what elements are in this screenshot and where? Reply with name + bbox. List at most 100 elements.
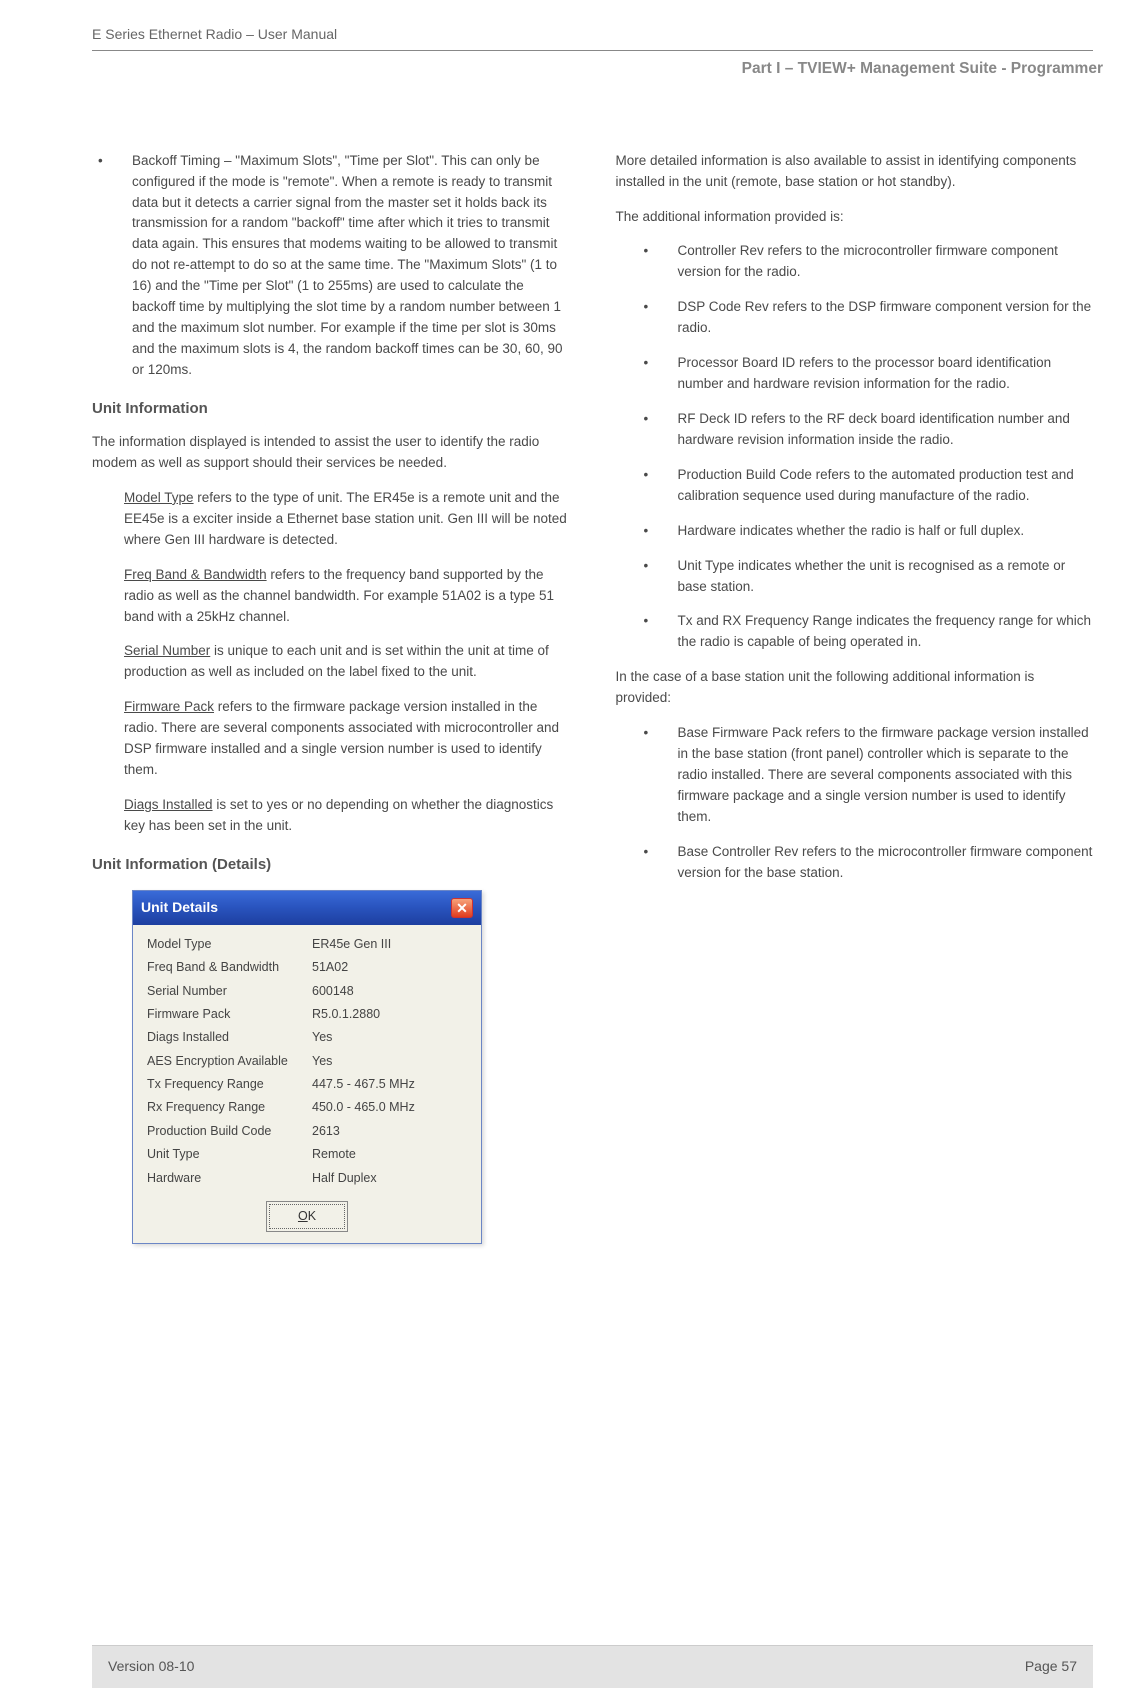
list-item: •Controller Rev refers to the microcontr…	[638, 241, 1094, 283]
ok-button[interactable]: OK	[269, 1204, 345, 1229]
dialog-body: Model TypeER45e Gen III Freq Band & Band…	[133, 925, 481, 1196]
dlg-value: 2613	[312, 1122, 467, 1141]
bullet-text: DSP Code Rev refers to the DSP firmware …	[678, 297, 1094, 339]
bullet-backoff-timing: • Backoff Timing – "Maximum Slots", "Tim…	[92, 151, 570, 381]
dlg-label: Firmware Pack	[147, 1005, 312, 1024]
dialog-row: HardwareHalf Duplex	[147, 1169, 467, 1188]
list-item: •Tx and RX Frequency Range indicates the…	[638, 611, 1094, 653]
bullet-dot-icon: •	[638, 241, 678, 283]
bullet-dot-icon: •	[638, 611, 678, 653]
list-item: •Hardware indicates whether the radio is…	[638, 521, 1094, 542]
list-item: •Base Firmware Pack refers to the firmwa…	[638, 723, 1094, 828]
list-item: •Production Build Code refers to the aut…	[638, 465, 1094, 507]
dialog-row: Unit TypeRemote	[147, 1145, 467, 1164]
dlg-label: Diags Installed	[147, 1028, 312, 1047]
dlg-value: 51A02	[312, 958, 467, 977]
list-item: •Processor Board ID refers to the proces…	[638, 353, 1094, 395]
right-column: More detailed information is also availa…	[616, 151, 1094, 1245]
dlg-label: Rx Frequency Range	[147, 1098, 312, 1117]
bullet-dot-icon: •	[638, 556, 678, 598]
bullet-text: Processor Board ID refers to the process…	[678, 353, 1094, 395]
def-firmware-pack: Firmware Pack refers to the firmware pac…	[124, 697, 570, 781]
list-item: •RF Deck ID refers to the RF deck board …	[638, 409, 1094, 451]
left-column: • Backoff Timing – "Maximum Slots", "Tim…	[92, 151, 570, 1245]
def-label: Model Type	[124, 490, 194, 505]
def-label: Firmware Pack	[124, 699, 214, 714]
bullet-dot-icon: •	[638, 297, 678, 339]
bullet-text: Base Controller Rev refers to the microc…	[678, 842, 1094, 884]
heading-unit-information: Unit Information	[92, 397, 570, 420]
bullet-text: Unit Type indicates whether the unit is …	[678, 556, 1094, 598]
unit-info-definitions: Model Type refers to the type of unit. T…	[92, 488, 570, 837]
dlg-label: Freq Band & Bandwidth	[147, 958, 312, 977]
ok-rest: K	[308, 1209, 316, 1223]
dlg-value: Yes	[312, 1028, 467, 1047]
dlg-value: ER45e Gen III	[312, 935, 467, 954]
dialog-row: AES Encryption AvailableYes	[147, 1052, 467, 1071]
list-item: •Unit Type indicates whether the unit is…	[638, 556, 1094, 598]
dlg-label: Unit Type	[147, 1145, 312, 1164]
page-footer: Version 08-10 Page 57	[92, 1645, 1093, 1688]
dlg-label: AES Encryption Available	[147, 1052, 312, 1071]
dlg-value: Remote	[312, 1145, 467, 1164]
dlg-value: Yes	[312, 1052, 467, 1071]
dialog-row: Freq Band & Bandwidth51A02	[147, 958, 467, 977]
dlg-label: Serial Number	[147, 982, 312, 1001]
def-label: Freq Band & Bandwidth	[124, 567, 267, 582]
bullet-dot-icon: •	[638, 842, 678, 884]
def-model-type: Model Type refers to the type of unit. T…	[124, 488, 570, 551]
dialog-row: Firmware PackR5.0.1.2880	[147, 1005, 467, 1024]
dlg-label: Tx Frequency Range	[147, 1075, 312, 1094]
bullet-text: Tx and RX Frequency Range indicates the …	[678, 611, 1094, 653]
base-intro: In the case of a base station unit the f…	[616, 667, 1094, 709]
dialog-row: Diags InstalledYes	[147, 1028, 467, 1047]
dialog-titlebar: Unit Details ✕	[133, 891, 481, 925]
bullet-dot-icon: •	[92, 151, 132, 381]
dlg-value: R5.0.1.2880	[312, 1005, 467, 1024]
right-bullets: •Controller Rev refers to the microcontr…	[616, 241, 1094, 653]
bullet-text: Backoff Timing – "Maximum Slots", "Time …	[132, 151, 570, 381]
content-columns: • Backoff Timing – "Maximum Slots", "Tim…	[92, 151, 1093, 1245]
dlg-value: 450.0 - 465.0 MHz	[312, 1098, 467, 1117]
page: E Series Ethernet Radio – User Manual Pa…	[0, 0, 1141, 1688]
bullet-dot-icon: •	[638, 353, 678, 395]
ok-underline-letter: O	[298, 1209, 308, 1223]
def-freq-band: Freq Band & Bandwidth refers to the freq…	[124, 565, 570, 628]
dlg-value: 600148	[312, 982, 467, 1001]
dlg-value: Half Duplex	[312, 1169, 467, 1188]
bullet-dot-icon: •	[638, 521, 678, 542]
bullet-text: Base Firmware Pack refers to the firmwar…	[678, 723, 1094, 828]
list-item: •Base Controller Rev refers to the micro…	[638, 842, 1094, 884]
close-button[interactable]: ✕	[451, 898, 473, 918]
dialog-row: Tx Frequency Range447.5 - 467.5 MHz	[147, 1075, 467, 1094]
heading-unit-information-details: Unit Information (Details)	[92, 853, 570, 876]
def-serial-number: Serial Number is unique to each unit and…	[124, 641, 570, 683]
bullet-dot-icon: •	[638, 723, 678, 828]
right-intro: More detailed information is also availa…	[616, 151, 1094, 193]
dlg-label: Model Type	[147, 935, 312, 954]
dialog-title-text: Unit Details	[141, 897, 218, 919]
bullet-text: Production Build Code refers to the auto…	[678, 465, 1094, 507]
footer-version: Version 08-10	[108, 1656, 194, 1678]
footer-page: Page 57	[1025, 1656, 1077, 1678]
bullet-dot-icon: •	[638, 465, 678, 507]
dlg-label: Production Build Code	[147, 1122, 312, 1141]
dialog-row: Model TypeER45e Gen III	[147, 935, 467, 954]
bullet-dot-icon: •	[638, 409, 678, 451]
dialog-button-row: OK	[133, 1196, 481, 1243]
doc-header: E Series Ethernet Radio – User Manual	[92, 24, 1093, 51]
list-item: •DSP Code Rev refers to the DSP firmware…	[638, 297, 1094, 339]
dialog-row: Serial Number600148	[147, 982, 467, 1001]
def-diags-installed: Diags Installed is set to yes or no depe…	[124, 795, 570, 837]
dlg-value: 447.5 - 467.5 MHz	[312, 1075, 467, 1094]
right-add-info: The additional information provided is:	[616, 207, 1094, 228]
unit-info-intro: The information displayed is intended to…	[92, 432, 570, 474]
def-label: Diags Installed	[124, 797, 213, 812]
unit-details-dialog: Unit Details ✕ Model TypeER45e Gen III F…	[132, 890, 482, 1244]
close-icon: ✕	[456, 901, 468, 915]
dialog-row: Rx Frequency Range450.0 - 465.0 MHz	[147, 1098, 467, 1117]
dialog-row: Production Build Code2613	[147, 1122, 467, 1141]
bullet-text: Hardware indicates whether the radio is …	[678, 521, 1094, 542]
bullet-text: RF Deck ID refers to the RF deck board i…	[678, 409, 1094, 451]
def-label: Serial Number	[124, 643, 210, 658]
